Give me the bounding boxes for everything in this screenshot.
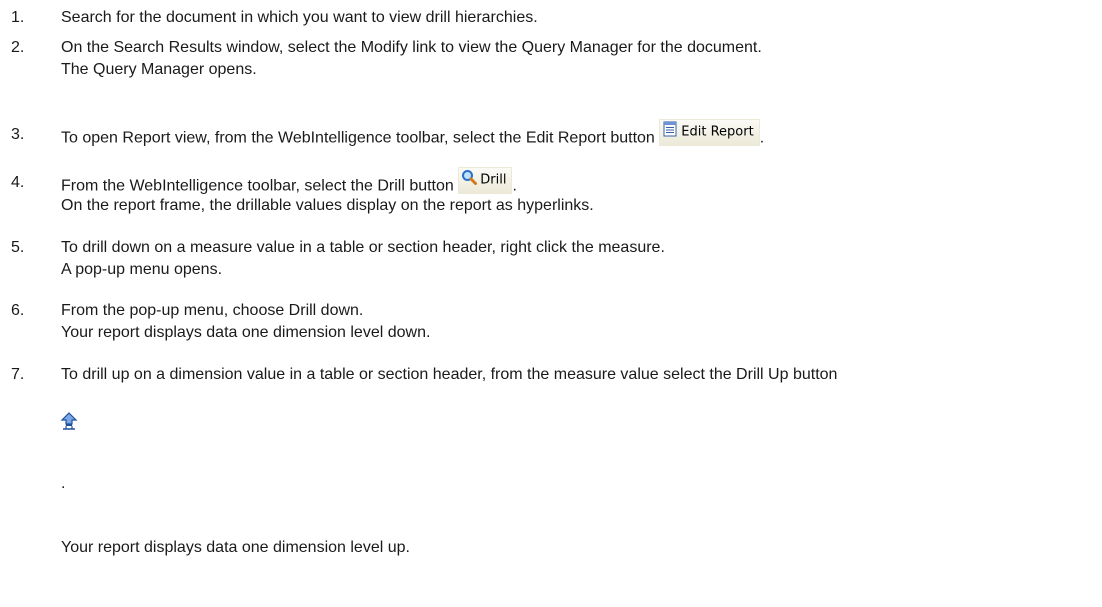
- step-text: On the Search Results window, select the…: [61, 39, 762, 56]
- trailing-period: .: [759, 129, 765, 147]
- edit-report-icon: [662, 121, 678, 143]
- step-result-text: Your report displays data one dimension …: [61, 324, 431, 341]
- step-text: Search for the document in which you wan…: [61, 9, 538, 26]
- edit-report-label: Edit Report: [681, 124, 754, 140]
- step-number: 1.: [11, 9, 25, 26]
- step-number: 2.: [11, 39, 25, 56]
- drill-label: Drill: [480, 172, 507, 188]
- step-result-text: On the report frame, the drillable value…: [61, 197, 594, 214]
- step-text: From the WebIntelligence toolbar, select…: [61, 177, 454, 195]
- step-number: 5.: [11, 239, 25, 256]
- step-result-text: Your report displays data one dimension …: [61, 539, 410, 556]
- drill-button[interactable]: Drill: [458, 167, 513, 194]
- magnifier-icon: [461, 169, 478, 191]
- step-result-text: A pop-up menu opens.: [61, 261, 223, 278]
- step-text: To open Report view, from the WebIntelli…: [61, 129, 655, 147]
- step-text: From the pop-up menu, choose Drill down.: [61, 302, 364, 319]
- edit-report-button[interactable]: Edit Report: [659, 119, 760, 146]
- drill-up-button[interactable]: [60, 412, 78, 432]
- step-number: 4.: [11, 174, 25, 191]
- step-text: To drill up on a dimension value in a ta…: [61, 366, 838, 383]
- step-text: To drill down on a measure value in a ta…: [61, 239, 665, 256]
- step-number: 6.: [11, 302, 25, 319]
- step-number: 7.: [11, 366, 25, 383]
- step-result-text: The Query Manager opens.: [61, 61, 257, 78]
- step-number: 3.: [11, 126, 25, 143]
- drill-up-arrow-icon: [60, 412, 78, 430]
- trailing-period: .: [512, 177, 517, 195]
- trailing-period: .: [61, 475, 66, 492]
